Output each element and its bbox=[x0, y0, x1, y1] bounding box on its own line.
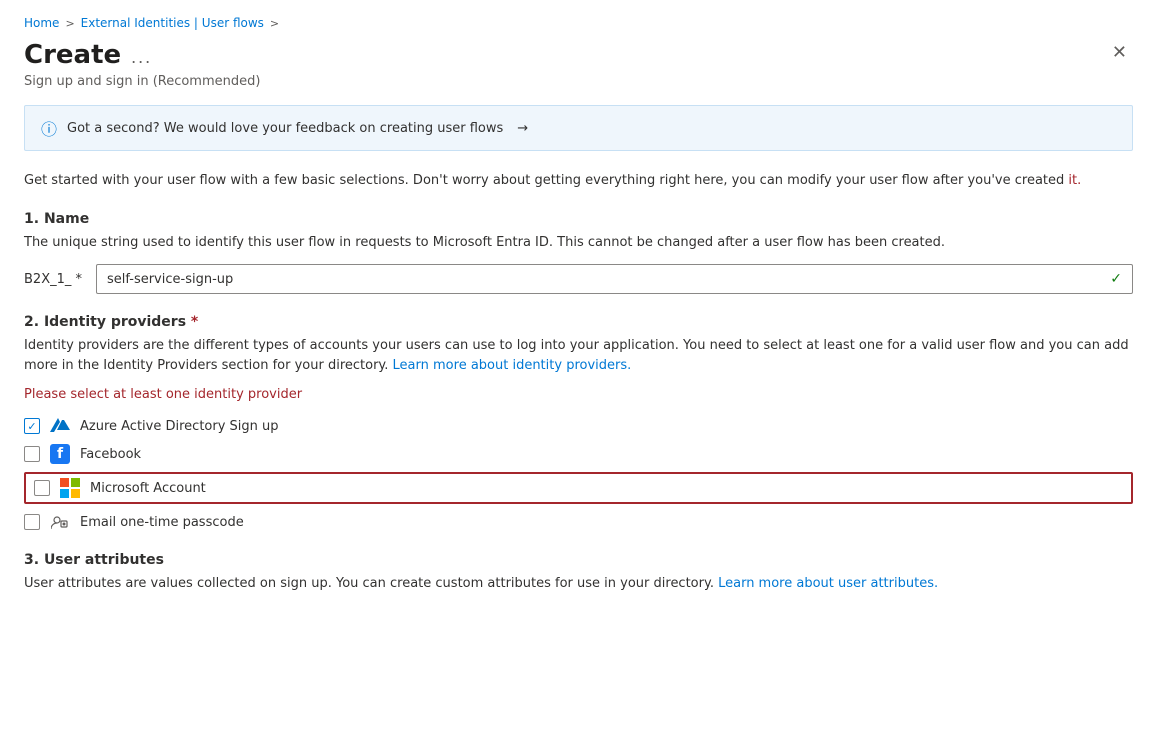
section1-title: 1. Name bbox=[24, 211, 1133, 227]
provider-label-email: Email one-time passcode bbox=[80, 515, 244, 530]
breadcrumb-sep2: > bbox=[270, 17, 279, 30]
banner-text: Got a second? We would love your feedbac… bbox=[67, 121, 503, 136]
info-icon: ⓘ bbox=[41, 116, 57, 140]
provider-label-azure: Azure Active Directory Sign up bbox=[80, 419, 279, 434]
provider-item-azure: Azure Active Directory Sign up bbox=[24, 416, 1133, 436]
banner-arrow: → bbox=[517, 121, 528, 136]
page-title: Create bbox=[24, 40, 121, 70]
provider-checkbox-azure[interactable] bbox=[24, 418, 40, 434]
section2-desc: Identity providers are the different typ… bbox=[24, 336, 1133, 375]
breadcrumb-sep1: > bbox=[65, 17, 74, 30]
breadcrumb-home[interactable]: Home bbox=[24, 16, 59, 30]
user-attributes-link[interactable]: Learn more about user attributes. bbox=[718, 576, 938, 591]
provider-checkbox-facebook[interactable] bbox=[24, 446, 40, 462]
identity-providers-link[interactable]: Learn more about identity providers. bbox=[393, 358, 632, 373]
intro-text: Get started with your user flow with a f… bbox=[24, 171, 1133, 191]
provider-label-facebook: Facebook bbox=[80, 447, 141, 462]
section3-title: 3. User attributes bbox=[24, 552, 1133, 568]
section-identity-providers: 2. Identity providers * Identity provide… bbox=[24, 314, 1133, 532]
field-value: self-service-sign-up bbox=[107, 272, 233, 287]
warning-text: Please select at least one identity prov… bbox=[24, 387, 1133, 402]
provider-list: Azure Active Directory Sign up f Faceboo… bbox=[24, 416, 1133, 532]
name-input-display[interactable]: self-service-sign-up ✓ bbox=[96, 264, 1133, 294]
more-button[interactable]: ... bbox=[131, 47, 152, 68]
provider-label-microsoft: Microsoft Account bbox=[90, 481, 206, 496]
facebook-icon: f bbox=[50, 444, 70, 464]
page-header: Create ... ✕ bbox=[24, 40, 1133, 70]
page-subtitle: Sign up and sign in (Recommended) bbox=[24, 74, 1133, 89]
section1-desc: The unique string used to identify this … bbox=[24, 233, 1133, 253]
close-button[interactable]: ✕ bbox=[1106, 40, 1133, 65]
section2-title: 2. Identity providers * bbox=[24, 314, 1133, 330]
provider-item-email: Email one-time passcode bbox=[24, 512, 1133, 532]
name-field-row: B2X_1_ * self-service-sign-up ✓ bbox=[24, 264, 1133, 294]
provider-checkbox-microsoft[interactable] bbox=[34, 480, 50, 496]
section-user-attributes: 3. User attributes User attributes are v… bbox=[24, 552, 1133, 594]
breadcrumb: Home > External Identities | User flows … bbox=[24, 16, 1133, 30]
checkmark-icon: ✓ bbox=[1110, 271, 1122, 287]
microsoft-icon bbox=[60, 478, 80, 498]
breadcrumb-external[interactable]: External Identities | User flows bbox=[81, 16, 264, 30]
section3-desc: User attributes are values collected on … bbox=[24, 574, 1133, 594]
info-banner: ⓘ Got a second? We would love your feedb… bbox=[24, 105, 1133, 151]
provider-checkbox-email[interactable] bbox=[24, 514, 40, 530]
email-icon bbox=[50, 512, 70, 532]
azure-icon bbox=[50, 416, 70, 436]
provider-item-facebook: f Facebook bbox=[24, 444, 1133, 464]
provider-item-microsoft: Microsoft Account bbox=[24, 472, 1133, 504]
section-name: 1. Name The unique string used to identi… bbox=[24, 211, 1133, 295]
field-label-b2x: B2X_1_ * bbox=[24, 272, 84, 287]
